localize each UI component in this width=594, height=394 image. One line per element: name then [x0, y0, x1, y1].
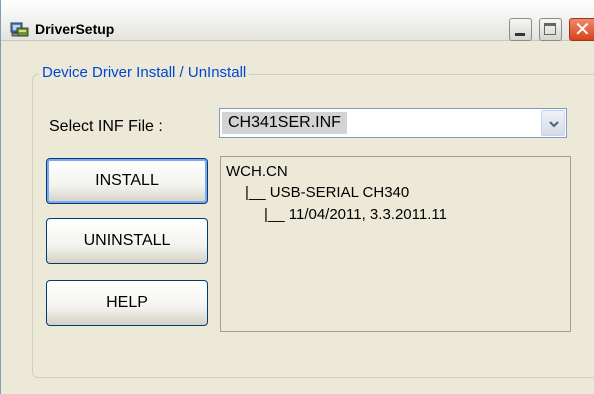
inf-file-select[interactable]: CH341SER.INF	[219, 108, 567, 138]
minimize-button[interactable]	[509, 18, 532, 41]
chevron-down-icon	[549, 121, 559, 128]
dropdown-button[interactable]	[541, 110, 565, 136]
driver-setup-window: DriverSetup ✕ Device Driver Install / Un…	[0, 0, 594, 394]
close-button[interactable]: ✕	[569, 17, 594, 41]
info-vendor: WCH.CN	[226, 163, 288, 180]
info-version: |__ 11/04/2011, 3.3.2011.11	[264, 206, 447, 223]
maximize-button[interactable]	[539, 18, 562, 41]
driver-info-panel: WCH.CN |__ USB-SERIAL CH340 |__ 11/04/20…	[220, 156, 571, 332]
maximize-icon	[544, 23, 556, 35]
inf-file-selected-value: CH341SER.INF	[222, 112, 347, 134]
window-title: DriverSetup	[35, 21, 115, 37]
select-inf-label: Select INF File :	[49, 118, 163, 135]
minimize-icon	[515, 33, 525, 36]
close-icon: ✕	[574, 17, 591, 41]
info-device: |__ USB-SERIAL CH340	[245, 184, 410, 201]
install-button[interactable]: INSTALL	[46, 158, 208, 204]
uninstall-button[interactable]: UNINSTALL	[46, 218, 208, 264]
groupbox-legend: Device Driver Install / UnInstall	[39, 64, 250, 81]
driver-setup-icon	[10, 20, 30, 38]
help-button[interactable]: HELP	[46, 280, 208, 326]
title-bar[interactable]: DriverSetup ✕	[1, 0, 594, 41]
